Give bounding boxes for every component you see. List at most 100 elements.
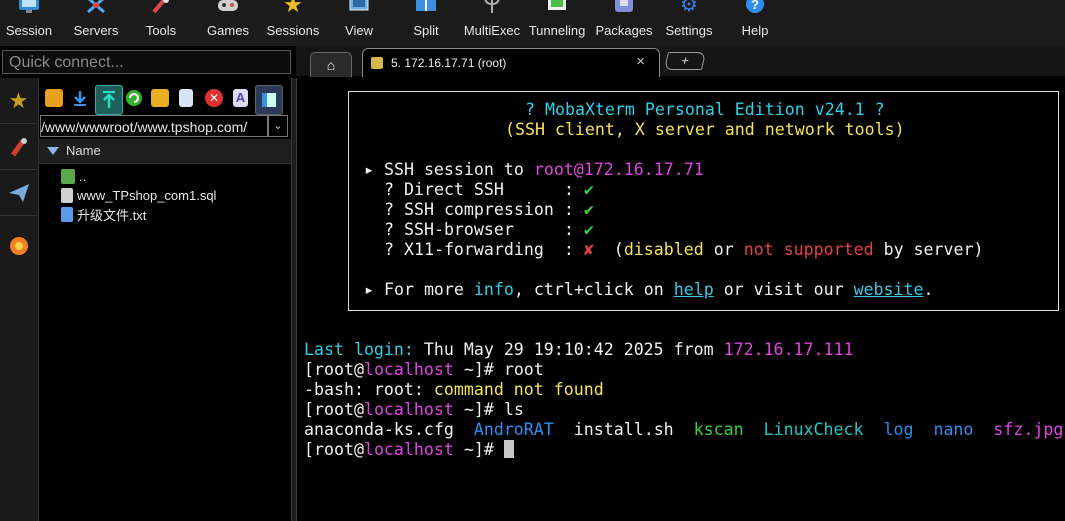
ls-entry: kscan (693, 420, 744, 439)
new-folder-icon[interactable] (151, 89, 169, 107)
toolbar-servers-button[interactable]: Servers (71, 0, 121, 46)
path-input[interactable]: /www/wwwroot/www.tpshop.com/ (40, 115, 268, 137)
prompt-line-3: [root@localhost ~]# (304, 440, 514, 460)
toolbar-view-label: View (345, 23, 373, 38)
toolbar-tools-label: Tools (145, 23, 177, 38)
file-icon (61, 187, 73, 203)
sidebar-sessions-button[interactable]: ★ (0, 78, 37, 124)
sidebar-sftp-button[interactable] (0, 223, 37, 268)
ls-entry: LinuxCheck (763, 420, 864, 439)
file-name: 升级文件.txt (77, 207, 147, 223)
games-icon (216, 0, 240, 16)
ls-entry: nano (933, 420, 974, 439)
preview-icon[interactable] (255, 85, 283, 115)
servers-icon (84, 0, 108, 16)
toolbar-packages-label: Packages (595, 23, 653, 38)
tools-icon (149, 0, 173, 16)
ls-entry: AndroRAT (473, 420, 554, 439)
ls-entry: sfz.jpg (993, 420, 1064, 439)
gear-icon: ⚙ (680, 0, 698, 16)
panel-splitter[interactable] (291, 78, 297, 521)
ls-output-line: anaconda-ks.cfg AndroRAT install.sh ksca… (304, 420, 1063, 440)
main-toolbar: Session Servers Tools Games ★ Sessions V… (0, 0, 1065, 46)
toolbar-session-label: Session (5, 23, 53, 38)
parent-folder-icon[interactable] (45, 89, 63, 107)
tools-icon (10, 137, 27, 156)
terminal-cursor (503, 440, 514, 458)
file-name: .. (79, 168, 87, 184)
toolbar-split-label: Split (413, 23, 439, 38)
website-link[interactable]: website (854, 280, 924, 299)
toolbar-settings-button[interactable]: ⚙ Settings (664, 0, 714, 46)
file-row[interactable]: 升级文件.txt (61, 204, 146, 224)
upload-icon[interactable] (95, 85, 123, 115)
sidebar-tools-button[interactable] (0, 124, 37, 170)
toolbar-multiexec-button[interactable]: MultiExec (463, 0, 521, 46)
toolbar-tunneling-button[interactable]: Tunneling (528, 0, 586, 46)
packages-icon (612, 0, 636, 16)
svg-text:?: ? (751, 0, 759, 12)
file-row[interactable]: .. (61, 166, 86, 186)
rename-icon[interactable]: A (233, 89, 248, 107)
prompt-line-1: [root@localhost ~]# root (304, 360, 544, 379)
ls-entry: anaconda-ks.cfg (304, 420, 454, 439)
tunneling-icon (545, 0, 569, 16)
sftp-toolbar: ✕ A (39, 82, 291, 116)
split-icon (414, 0, 438, 16)
toolbar-servers-label: Servers (73, 23, 119, 38)
sidebar-macros-button[interactable] (0, 170, 37, 216)
toolbar-games-button[interactable]: Games (205, 0, 251, 46)
toolbar-help-button[interactable]: ? Help (739, 0, 771, 46)
toolbar-session-button[interactable]: Session (6, 0, 52, 46)
banner-title: ? MobaXterm Personal Edition v24.1 ? (525, 100, 885, 119)
send-icon (8, 183, 29, 202)
toolbar-tunneling-label: Tunneling (528, 23, 586, 38)
toolbar-split-button[interactable]: Split (409, 0, 443, 46)
banner-subtitle: (SSH client, X server and network tools) (505, 120, 905, 139)
toolbar-packages-button[interactable]: Packages (595, 0, 653, 46)
sort-desc-icon (47, 147, 59, 155)
toolbar-settings-label: Settings (665, 23, 713, 38)
option-ssh-compression: ? SSH compression : ✔ (384, 200, 594, 219)
help-icon: ? (743, 0, 767, 16)
toolbar-games-label: Games (207, 23, 249, 38)
star-icon: ★ (283, 0, 303, 17)
parent-folder-icon (61, 168, 75, 184)
column-header-name[interactable]: Name (39, 139, 291, 164)
tab-session-5[interactable]: 5. 172.16.17.71 (root) × (362, 48, 660, 77)
toolbar-sessions-button[interactable]: ★ Sessions (266, 0, 320, 46)
home-icon: ⌂ (326, 57, 336, 73)
help-link[interactable]: help (674, 280, 714, 299)
toolbar-tools-button[interactable]: Tools (141, 0, 181, 46)
file-row[interactable]: www_TPshop_com1.sql (61, 185, 216, 205)
multiexec-icon (480, 0, 504, 16)
error-line: -bash: root: command not found (304, 380, 604, 399)
delete-icon[interactable]: ✕ (205, 89, 223, 107)
toolbar-sessions-label: Sessions (266, 23, 320, 38)
session-icon (17, 0, 41, 16)
new-file-icon[interactable] (179, 89, 193, 107)
home-tab[interactable]: ⌂ (310, 52, 352, 77)
toolbar-multiexec-label: MultiExec (463, 23, 521, 38)
tab-session-label: 5. 172.16.17.71 (root) (391, 56, 507, 70)
ls-entry: install.sh (573, 420, 674, 439)
terminal[interactable]: ? MobaXterm Personal Edition v24.1 ? (SS… (298, 78, 1065, 521)
quick-connect-input[interactable]: Quick connect... (2, 50, 291, 74)
new-tab-button[interactable]: + (664, 52, 706, 70)
download-icon[interactable] (71, 89, 89, 107)
left-sidebar: ★ (0, 78, 39, 521)
key-icon (371, 57, 383, 69)
info-link[interactable]: info (474, 280, 514, 299)
file-name: www_TPshop_com1.sql (77, 187, 217, 203)
star-icon: ★ (8, 87, 29, 113)
session-tab-bar: ⌂ 5. 172.16.17.71 (root) × + (296, 46, 1065, 77)
path-dropdown-button[interactable]: ⌄ (268, 115, 288, 137)
toolbar-view-button[interactable]: View (341, 0, 377, 46)
option-x11-forwarding: ? X11-forwarding : ✘ (disabled or not su… (384, 240, 984, 259)
column-name-label: Name (66, 143, 101, 158)
ssh-session-line: ▸ SSH session to root@172.16.17.71 (364, 160, 704, 179)
last-login-line: Last login: Thu May 29 19:10:42 2025 fro… (304, 340, 854, 359)
close-tab-button[interactable]: × (636, 53, 645, 70)
view-icon (347, 0, 371, 16)
refresh-icon[interactable] (125, 89, 143, 107)
